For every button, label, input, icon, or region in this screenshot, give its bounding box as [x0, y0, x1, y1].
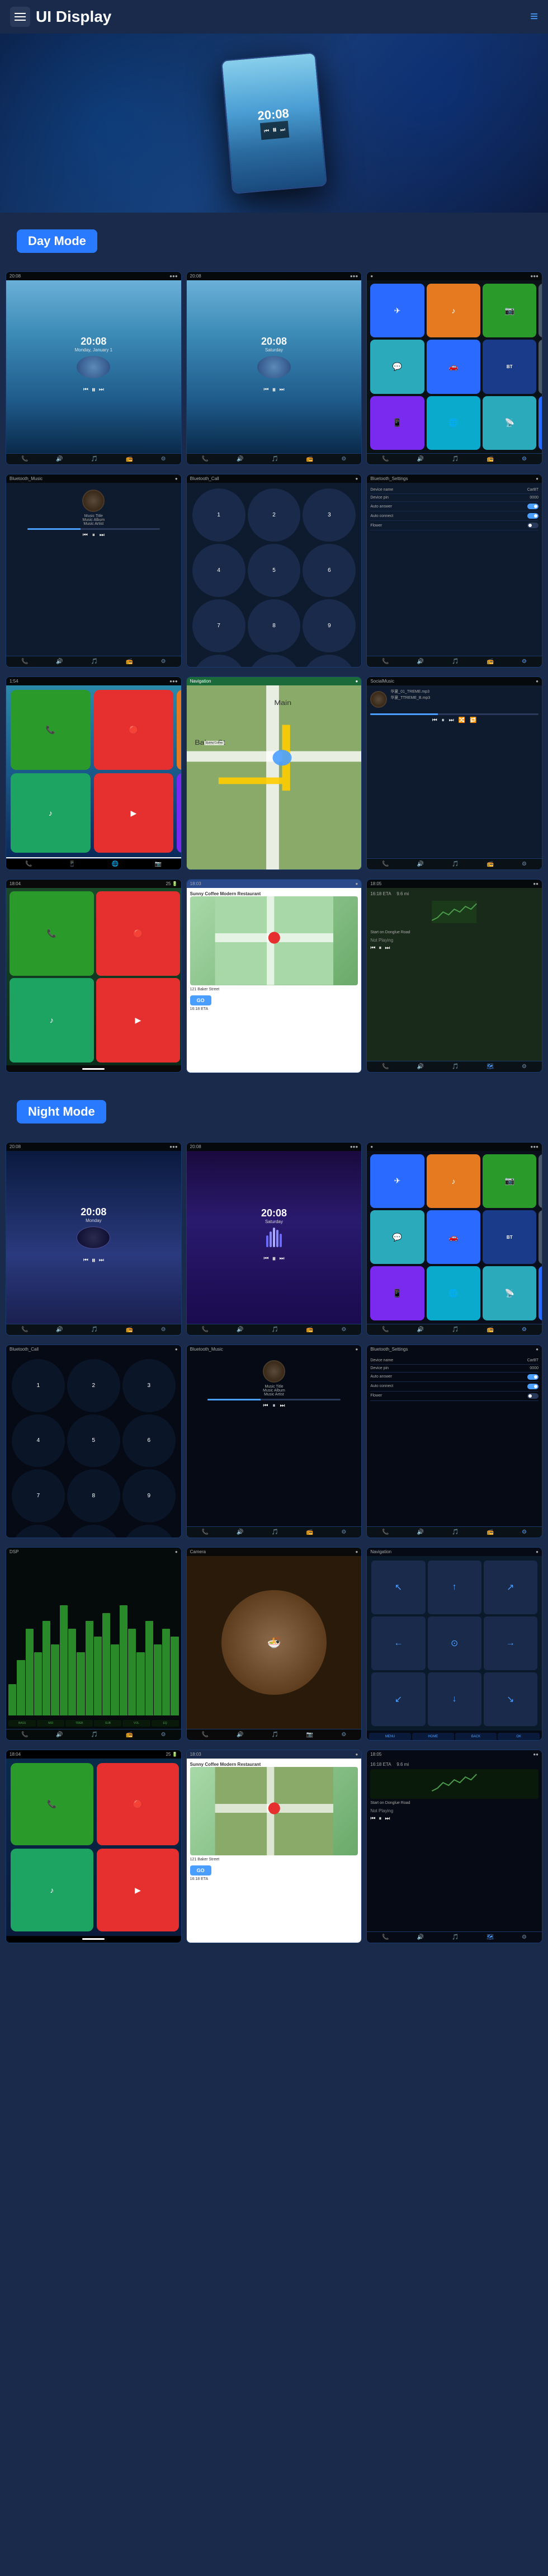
iph-spotify: ♪: [11, 773, 91, 853]
time-display: 20:08: [81, 336, 106, 347]
app-icon-misc1: ☰: [538, 340, 542, 393]
night-mode-grid-row4: 18:0425 🔋 📞 🔴 🎵 🗺 ♪ ▶ 🎙 💬 18:03● Sunny C…: [0, 1745, 548, 1948]
hero-device: 20:08 ⏮ ⏸ ⏭: [221, 52, 327, 194]
app-icon-car: 🚗: [427, 340, 480, 393]
app-icon-music: ♪: [427, 284, 480, 337]
svg-text:Main: Main: [274, 699, 291, 707]
app-icon-telegram: ✈: [370, 284, 424, 337]
page-title: UI Display: [36, 8, 111, 26]
app-icon-wechat: 💬: [370, 340, 424, 393]
dots-menu-icon[interactable]: ≡: [530, 9, 538, 25]
app-icon-photos: 📷: [483, 284, 536, 337]
day-screen-eta: 18:05●● 16:18 ETA 9.6 mi Start on Donglu…: [366, 879, 542, 1073]
night-mode-grid-row2: Bluetooth_Call ● 1 2 3 4 5 6 7 8 9 * 0 #: [0, 1340, 548, 1543]
iph-podcast: 🎙: [177, 773, 182, 853]
album-art: [82, 490, 105, 512]
nav-arrow-dr[interactable]: ↘: [484, 1672, 537, 1726]
iph-yt: ▶: [94, 773, 174, 853]
day-screen-appgrid: ●●●● ✈ ♪ 📷 ⚙ 💬 🚗 BT ☰ 📱 🌐 📡 📺 📞 🔊 🎵 📻: [366, 271, 542, 465]
nav-arrow-dl[interactable]: ↙: [371, 1672, 425, 1726]
nav-arrow-ul[interactable]: ↖: [371, 1560, 425, 1614]
night-screen-bt-music: Bluetooth_Music ● Music Title Music Albu…: [186, 1345, 362, 1538]
night-screen-coffee: 18:03● Sunny Coffee Modern Restaurant 12…: [186, 1750, 362, 1943]
day-screen-social: SocialMusic ● 华夏_01_TREME.mp3 华夏_TTREME_…: [366, 676, 542, 870]
app-icon-misc2: 📱: [370, 396, 424, 450]
night-screen-music1: 20:08●●● 20:08 Monday ⏮ ⏸ ⏭ 📞 🔊 🎵 📻 ⚙: [6, 1142, 182, 1336]
day-screen-map: Navigation● Baker St Main Sunny Coffee: [186, 676, 362, 870]
night-screen-nav-arrows: Navigation● ↖ ↑ ↗ ← ⊙ → ↙ ↓ ↘ MENU HOME …: [366, 1547, 542, 1741]
nav-arrow-down[interactable]: ↓: [428, 1672, 481, 1726]
day-screen-music2: 20:08●●● 20:08 Saturday ⏮ ⏸ ⏭ 📞 🔊 🎵 📻 ⚙: [186, 271, 362, 465]
hero-section: 20:08 ⏮ ⏸ ⏭: [0, 34, 548, 213]
nav-arrow-ur[interactable]: ↗: [484, 1560, 537, 1614]
app-icon-settings: ⚙: [538, 284, 542, 337]
night-screen-bt-settings: Bluetooth_Settings ● Device name CarBT D…: [366, 1345, 542, 1538]
night-mode-label: Night Mode: [17, 1100, 106, 1124]
header: UI Display ≡: [0, 0, 548, 34]
night-screen-eta: 18:05●● 16:18 ETA 9.6 mi Start on Donglu…: [366, 1750, 542, 1943]
go-button[interactable]: GO: [190, 995, 211, 1005]
app-icon-bt: BT: [483, 340, 536, 393]
iph-phone: 📞: [11, 690, 91, 770]
day-screen-bt-settings: Bluetooth_Settings ● Device name CarBT D…: [366, 474, 542, 667]
day-mode-grid-row1: 20:08●●● 20:08 Monday, January 1 ⏮ ⏸ ⏭ 📞…: [0, 267, 548, 469]
nav-arrow-left[interactable]: ←: [371, 1616, 425, 1670]
day-screen-music1: 20:08●●● 20:08 Monday, January 1 ⏮ ⏸ ⏭ 📞…: [6, 271, 182, 465]
day-screen-bt-music: Bluetooth_Music ● Music Title Music Albu…: [6, 474, 182, 667]
auto-answer-toggle[interactable]: [527, 504, 538, 509]
day-screen-iphone: 1:54●●● 📞 🔴 🎵 🗺 ♪ ▶ 🎙 💬 📞 📱 🌐 📷: [6, 676, 182, 870]
app-icon-misc3: 🌐: [427, 396, 480, 450]
day-screen-bt-call: Bluetooth_Call ● 123 456 789 *0# 📞 ✕ 📞 🔊: [186, 474, 362, 667]
nav-arrow-up[interactable]: ↑: [428, 1560, 481, 1614]
night-screen-appgrid: ●●●● ✈ ♪ 📷 ⚙ 💬 🚗 BT ☰ 📱 🌐 📡 📺 📞 🔊 🎵 📻: [366, 1142, 542, 1336]
flower-toggle[interactable]: [527, 523, 538, 528]
night-screen-wave: DSP●: [6, 1547, 182, 1741]
day-mode-grid-row3: 1:54●●● 📞 🔴 🎵 🗺 ♪ ▶ 🎙 💬 📞 📱 🌐 📷 N: [0, 672, 548, 875]
auto-connect-toggle[interactable]: [527, 513, 538, 519]
night-auto-connect-toggle[interactable]: [527, 1384, 538, 1389]
food-image: 🍜: [221, 1590, 327, 1695]
app-icon-misc5: 📺: [538, 396, 542, 450]
night-screen-iphone: 18:0425 🔋 📞 🔴 🎵 🗺 ♪ ▶ 🎙 💬: [6, 1750, 182, 1943]
night-mode-grid-row1: 20:08●●● 20:08 Monday ⏮ ⏸ ⏭ 📞 🔊 🎵 📻 ⚙: [0, 1137, 548, 1340]
night-auto-answer-toggle[interactable]: [527, 1374, 538, 1380]
night-screen-bt-call: Bluetooth_Call ● 1 2 3 4 5 6 7 8 9 * 0 #: [6, 1345, 182, 1538]
day-mode-grid-row2: Bluetooth_Music ● Music Title Music Albu…: [0, 469, 548, 672]
day-mode-grid-row4: 18:0425 🔋 📞 🔴 🎵 🗺 ♪ ▶ 🎙 💬 18:03● Sunny C…: [0, 875, 548, 1077]
iph-music: 🎵: [177, 690, 182, 770]
hamburger-icon[interactable]: [10, 7, 30, 27]
nav-arrow-right[interactable]: →: [484, 1616, 537, 1670]
night-go-button[interactable]: GO: [190, 1865, 211, 1875]
nav-arrow-center[interactable]: ⊙: [428, 1616, 481, 1670]
iph-photos: 🔴: [94, 690, 174, 770]
night-screen-food: Camera● 🍜 📞 🔊 🎵 📷 ⚙: [186, 1547, 362, 1741]
night-screen-music2: 20:08●●● 20:08 Saturday ⏮ ⏸ ⏭: [186, 1142, 362, 1336]
night-mode-grid-row3: DSP●: [0, 1543, 548, 1745]
day-screen-carplay-apps: 18:0425 🔋 📞 🔴 🎵 🗺 ♪ ▶ 🎙 💬: [6, 879, 182, 1073]
app-icon-misc4: 📡: [483, 396, 536, 450]
day-mode-label: Day Mode: [17, 229, 97, 253]
day-screen-coffee: 18:03● Sunny Coffee Modern Restaurant 12…: [186, 879, 362, 1073]
night-flower-toggle[interactable]: [527, 1393, 538, 1399]
